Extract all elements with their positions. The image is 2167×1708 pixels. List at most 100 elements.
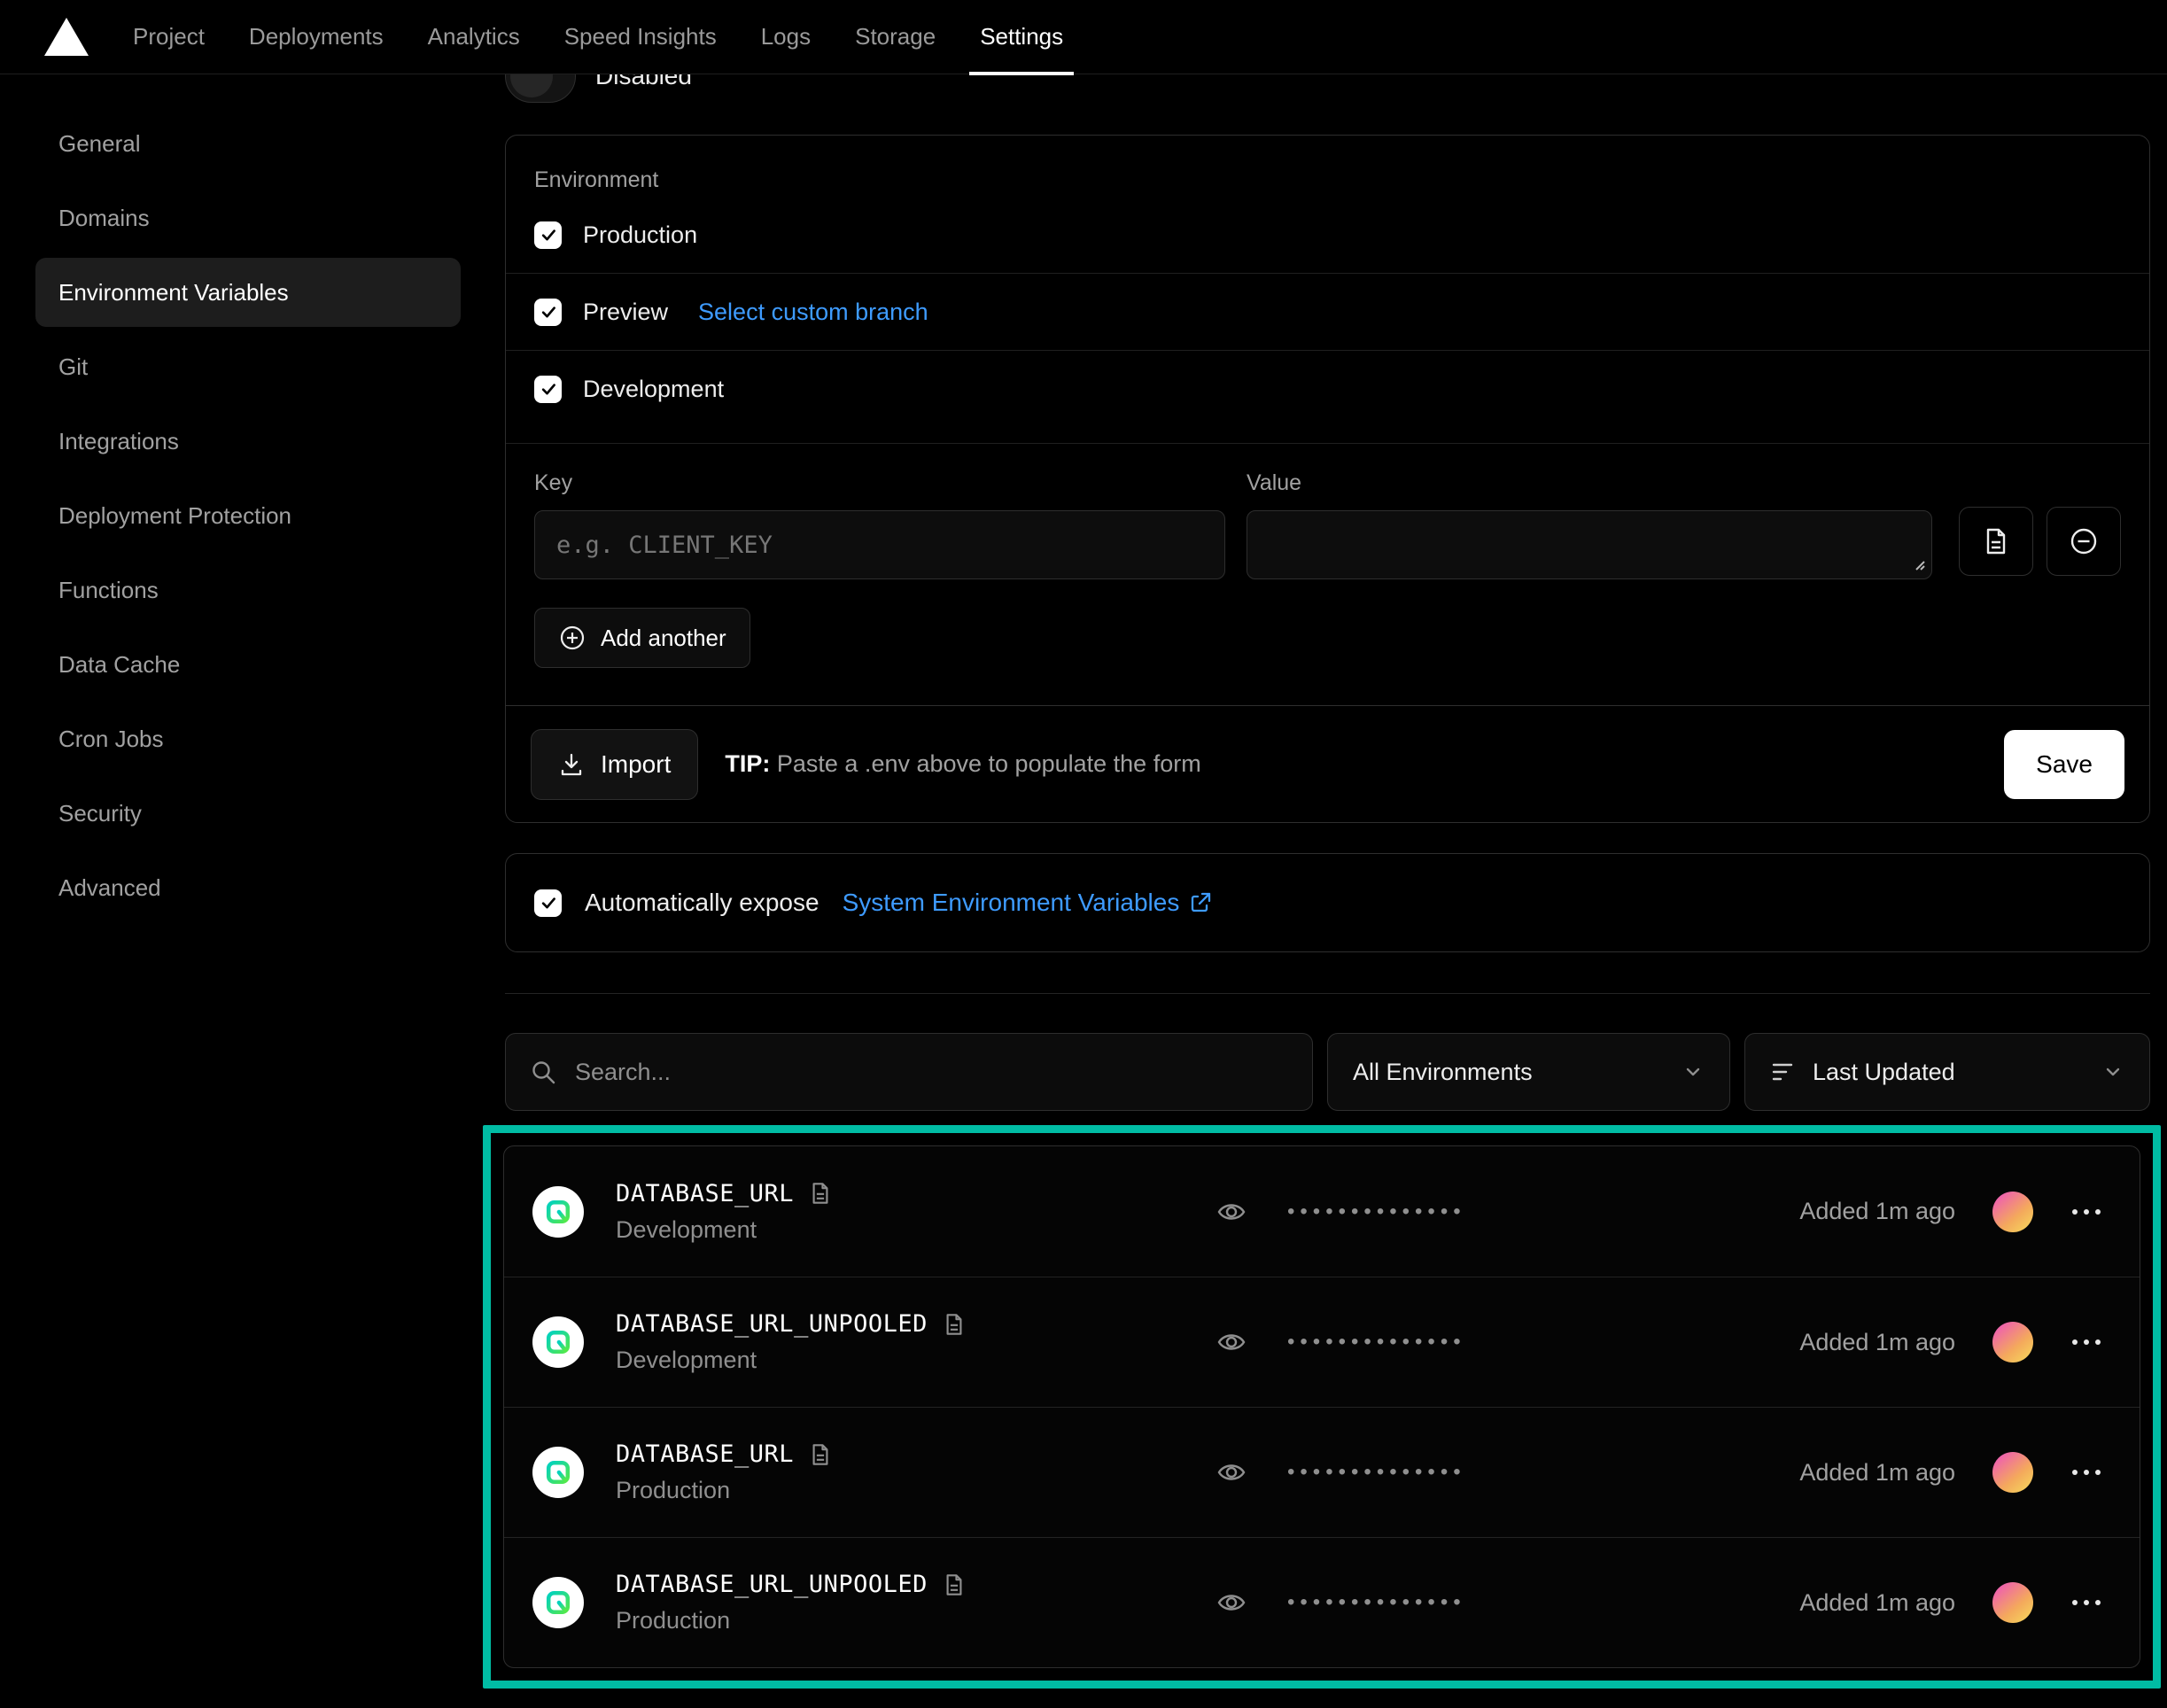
note-icon[interactable]: [808, 1442, 833, 1467]
document-icon: [1981, 526, 2011, 556]
value-input[interactable]: [1247, 510, 1932, 579]
check-icon: [539, 893, 558, 912]
search-input[interactable]: [575, 1059, 1289, 1086]
expose-label: Automatically expose: [585, 889, 819, 917]
masked-value: ••••••••••••••: [1287, 1462, 1466, 1483]
sidebar-item-deployment-protection[interactable]: Deployment Protection: [35, 478, 461, 553]
eye-icon[interactable]: [1216, 1197, 1247, 1227]
row-names: DATABASE_URL_UNPOOLED Production: [616, 1571, 967, 1634]
eye-icon[interactable]: [1216, 1588, 1247, 1618]
add-another-label: Add another: [601, 625, 726, 652]
note-icon[interactable]: [808, 1181, 833, 1206]
row-menu-button[interactable]: [2070, 1468, 2102, 1477]
row-menu-icon: [2070, 1468, 2102, 1477]
added-timestamp: Added 1m ago: [1799, 1198, 1955, 1225]
select-custom-branch-link[interactable]: Select custom branch: [698, 299, 928, 326]
main-content: Disabled Environment ProductionPreviewSe…: [505, 74, 2150, 1689]
env-var-row: DATABASE_URL_UNPOOLEDDevelopment ••••••••…: [504, 1277, 2140, 1407]
user-avatar: [1992, 1582, 2033, 1623]
add-another-button[interactable]: Add another: [534, 608, 750, 668]
sidebar-item-integrations[interactable]: Integrations: [35, 404, 461, 478]
row-menu-icon: [2070, 1338, 2102, 1347]
nav-item-settings[interactable]: Settings: [980, 0, 1063, 74]
key-input[interactable]: [534, 510, 1225, 579]
nav-item-deployments[interactable]: Deployments: [249, 0, 384, 74]
sidebar-item-data-cache[interactable]: Data Cache: [35, 627, 461, 702]
row-value: ••••••••••••••: [1216, 1327, 1799, 1357]
row-menu-button[interactable]: [2070, 1207, 2102, 1216]
eye-icon[interactable]: [1216, 1457, 1247, 1487]
paste-env-file-button[interactable]: [1959, 507, 2033, 576]
form-footer: Import TIP: Paste a .env above to popula…: [506, 705, 2149, 822]
env-var-environment: Production: [616, 1607, 967, 1634]
neon-integration-avatar: [532, 1447, 584, 1498]
nav-item-analytics[interactable]: Analytics: [428, 0, 520, 74]
nav-item-speed-insights[interactable]: Speed Insights: [564, 0, 717, 74]
key-column: Key: [534, 470, 1225, 579]
sidebar-item-general[interactable]: General: [35, 106, 461, 181]
search-icon: [529, 1058, 557, 1086]
masked-value: ••••••••••••••: [1287, 1331, 1466, 1353]
development-label: Development: [583, 376, 724, 403]
environment-row-development: Development: [506, 351, 2149, 427]
environment-checkbox-list: ProductionPreviewSelect custom branchDev…: [506, 197, 2149, 444]
sort-dropdown[interactable]: Last Updated: [1744, 1033, 2150, 1111]
row-identity: DATABASE_URL_UNPOOLEDDevelopment: [532, 1310, 1216, 1374]
remove-row-button[interactable]: [2047, 507, 2121, 576]
sidebar-item-functions[interactable]: Functions: [35, 553, 461, 627]
env-variable-list: DATABASE_URLDevelopment••••••••••••••Add…: [503, 1145, 2140, 1668]
user-avatar: [1992, 1452, 2033, 1493]
nav-item-storage[interactable]: Storage: [855, 0, 936, 74]
row-menu-button[interactable]: [2070, 1338, 2102, 1347]
sort-lines-icon: [1770, 1060, 1797, 1083]
note-icon[interactable]: [942, 1312, 967, 1337]
environment-filter-dropdown[interactable]: All Environments: [1327, 1033, 1730, 1111]
system-env-variables-link[interactable]: System Environment Variables: [843, 889, 1214, 917]
import-label: Import: [601, 750, 671, 779]
env-var-row: DATABASE_URLDevelopment••••••••••••••Add…: [504, 1146, 2140, 1277]
key-value-row: Key Value: [506, 444, 2149, 579]
added-timestamp: Added 1m ago: [1799, 1459, 1955, 1487]
sidebar-item-domains[interactable]: Domains: [35, 181, 461, 255]
sidebar-item-cron-jobs[interactable]: Cron Jobs: [35, 702, 461, 776]
neon-logo-icon: [542, 1196, 574, 1228]
env-var-name: DATABASE_URL_UNPOOLED: [616, 1571, 928, 1598]
note-icon[interactable]: [942, 1572, 967, 1597]
vercel-logo-icon[interactable]: [44, 18, 89, 56]
row-identity: DATABASE_URL_UNPOOLED Production: [532, 1571, 1216, 1634]
production-label: Production: [583, 221, 697, 249]
nav-item-project[interactable]: Project: [133, 0, 205, 74]
row-menu-button[interactable]: [2070, 1598, 2102, 1607]
neon-logo-icon: [542, 1326, 574, 1358]
chevron-down-icon: [2101, 1060, 2124, 1083]
sidebar-item-git[interactable]: Git: [35, 330, 461, 404]
check-icon: [539, 225, 558, 245]
minus-circle-icon: [2068, 525, 2100, 557]
settings-sidebar: GeneralDomainsEnvironment VariablesGitIn…: [35, 74, 461, 925]
import-button[interactable]: Import: [531, 729, 698, 800]
user-avatar: [1992, 1322, 2033, 1363]
production-checkbox[interactable]: [534, 221, 562, 249]
expose-checkbox[interactable]: [534, 889, 562, 917]
environment-section-label: Environment: [534, 167, 2121, 193]
nav-item-logs[interactable]: Logs: [761, 0, 811, 74]
save-button[interactable]: Save: [2004, 730, 2124, 799]
tip-body: Paste a .env above to populate the form: [777, 750, 1201, 777]
check-icon: [539, 379, 558, 399]
row-names: DATABASE_URL_UNPOOLEDDevelopment: [616, 1310, 967, 1374]
key-label: Key: [534, 470, 1225, 496]
development-checkbox[interactable]: [534, 376, 562, 403]
preview-checkbox[interactable]: [534, 299, 562, 326]
sidebar-item-security[interactable]: Security: [35, 776, 461, 850]
env-var-environment: Production: [616, 1477, 833, 1504]
value-column: Value: [1247, 470, 1932, 579]
env-var-environment: Development: [616, 1216, 833, 1244]
chevron-down-icon: [1682, 1060, 1705, 1083]
sidebar-item-advanced[interactable]: Advanced: [35, 850, 461, 925]
row-value: ••••••••••••••: [1216, 1588, 1799, 1618]
sidebar-item-environment-variables[interactable]: Environment Variables: [35, 258, 461, 327]
highlighted-region: DATABASE_URLDevelopment••••••••••••••Add…: [483, 1125, 2161, 1689]
tip-text: TIP: Paste a .env above to populate the …: [725, 750, 1200, 778]
row-identity: DATABASE_URLProduction: [532, 1440, 1216, 1504]
eye-icon[interactable]: [1216, 1327, 1247, 1357]
